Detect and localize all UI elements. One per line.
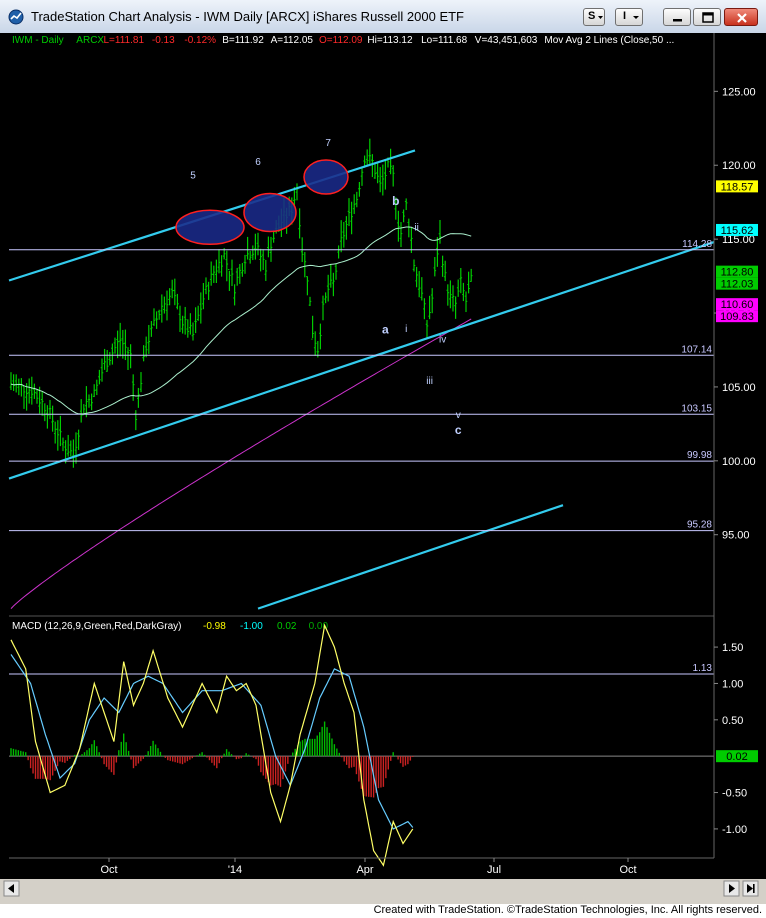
wave-label: c	[455, 423, 462, 437]
price-axis-label: 105.00	[722, 382, 756, 394]
wave-highlight-ellipse	[303, 159, 349, 195]
copyright-text: Created with TradeStation. ©TradeStation…	[373, 904, 762, 916]
price-badge-text: 109.83	[720, 311, 754, 323]
wave-label: v	[456, 410, 461, 421]
price-badge-text: 110.60	[721, 299, 754, 311]
price-axis-label: 120.00	[722, 160, 756, 172]
macd-axis-label: -0.50	[722, 788, 747, 800]
macd-level-label: 1.13	[693, 663, 713, 674]
scrollbar-track[interactable]	[0, 879, 766, 904]
trend-channel-line	[257, 504, 564, 610]
macd-signal-line	[10, 654, 414, 830]
header-item: ARCX	[76, 35, 104, 46]
chart-area[interactable]: 114.28 107.14 103.15 99.98 95.28 5 6 7 b ii a i iv ii…	[0, 33, 766, 904]
price-axis-label: 100.00	[722, 456, 756, 468]
header-item: A=112.05	[271, 35, 314, 46]
wave-highlight-ellipse	[175, 209, 245, 246]
dropdown-arrow-icon	[633, 16, 639, 19]
header-item: L=111.81	[104, 35, 145, 46]
close-icon	[737, 13, 747, 23]
window-title: TradeStation Chart Analysis - IWM Daily …	[31, 9, 464, 24]
header-item: -0.12%	[184, 35, 216, 46]
wave-label: iii	[426, 376, 433, 387]
wave-highlight-ellipse	[243, 192, 297, 233]
price-badge-text: 118.57	[721, 181, 754, 193]
level-label: 95.28	[687, 520, 712, 531]
macd-value: -0.98	[203, 621, 226, 632]
date-axis-label: Oct	[619, 864, 636, 876]
wave-label: ii	[414, 222, 418, 233]
macd-badge-text: 0.02	[726, 751, 747, 763]
date-axis-label: Apr	[356, 864, 373, 876]
tradestation-app-icon	[8, 9, 24, 25]
level-label: 99.98	[687, 450, 712, 461]
wave-label: 5	[190, 171, 196, 182]
footer: Created with TradeStation. ©TradeStation…	[0, 904, 766, 918]
wave-label: b	[392, 194, 399, 208]
wave-label: iv	[439, 335, 446, 346]
macd-axis-label: -1.00	[722, 824, 747, 836]
dropdown-arrow-icon	[598, 16, 603, 19]
macd-value: 0.02	[277, 621, 297, 632]
header-item: -0.13	[152, 35, 175, 46]
chart-header: IWM - Daily ARCX L=111.81 -0.13 -0.12% B=111.…	[12, 35, 674, 46]
price-badge-text: 112.80	[721, 267, 754, 279]
ma200-line	[10, 318, 472, 609]
level-label: 107.14	[681, 344, 712, 355]
price-bars	[9, 138, 473, 468]
macd-axis-label: 1.00	[722, 678, 743, 690]
date-axis-label: Oct	[100, 864, 117, 876]
macd-title: MACD (12,26,9,Green,Red,DarkGray)	[12, 621, 182, 632]
header-item: IWM - Daily	[12, 35, 64, 46]
macd-axis-label: 0.50	[722, 715, 743, 727]
wave-label: 7	[325, 138, 331, 149]
macd-histogram	[10, 721, 414, 798]
price-panel: 114.28 107.14 103.15 99.98 95.28 5 6 7 b ii a i iv ii…	[8, 138, 715, 617]
header-item: B=111.92	[222, 35, 264, 46]
level-label: 114.28	[682, 239, 712, 250]
macd-line	[10, 623, 414, 867]
horizontal-scrollbar[interactable]	[0, 879, 766, 904]
macd-panel: MACD (12,26,9,Green,Red,DarkGray) -0.98 -1…	[9, 621, 714, 867]
date-axis-label: Jul	[487, 864, 501, 876]
scroll-end-bar-icon	[753, 884, 755, 893]
header-item: V=43,451,603	[475, 35, 538, 46]
s-menu-button[interactable]: S	[583, 8, 605, 26]
price-badge-text: 115.62	[721, 225, 754, 237]
price-badge-text: 112.03	[721, 279, 754, 291]
chart-canvas[interactable]: 114.28 107.14 103.15 99.98 95.28 5 6 7 b ii a i iv ii…	[0, 33, 766, 904]
header-item: Lo=111.68	[421, 35, 468, 46]
maximize-icon	[702, 12, 714, 23]
header-item: Mov Avg 2 Lines (Close,50 ...	[544, 35, 674, 46]
macd-value: -1.00	[240, 621, 263, 632]
header-item: Hi=113.12	[367, 35, 413, 46]
maximize-button[interactable]	[693, 8, 721, 26]
title-bar[interactable]: TradeStation Chart Analysis - IWM Daily …	[0, 0, 766, 34]
level-label: 103.15	[681, 403, 712, 414]
price-axis-label: 125.00	[722, 86, 756, 98]
wave-label: i	[405, 324, 407, 335]
macd-axis-label: 1.50	[722, 642, 743, 654]
minimize-icon	[673, 19, 682, 22]
wave-label: a	[382, 323, 389, 337]
ma50-line	[10, 226, 472, 415]
close-button[interactable]	[724, 8, 758, 26]
i-menu-button[interactable]: I	[615, 8, 643, 26]
header-item: O=112.09	[319, 35, 363, 46]
price-axis-label: 95.00	[722, 530, 750, 542]
minimize-button[interactable]	[663, 8, 691, 26]
trend-channel-line	[8, 241, 715, 480]
app-window: TradeStation Chart Analysis - IWM Daily …	[0, 0, 766, 904]
date-axis-label: '14	[228, 864, 242, 876]
wave-label: 6	[255, 157, 261, 168]
